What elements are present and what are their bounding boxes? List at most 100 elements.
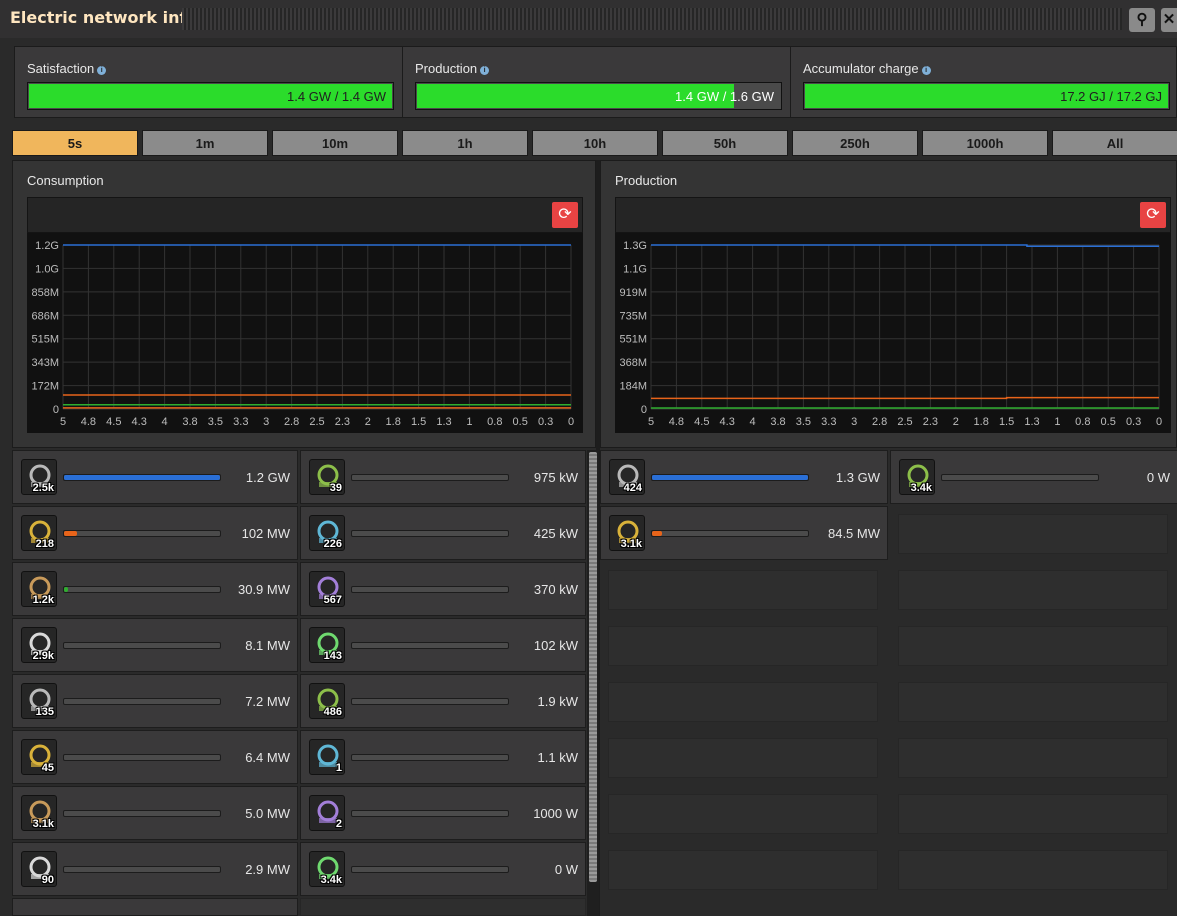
magnifier-icon[interactable]: ⚲ — [1129, 8, 1155, 32]
y-tick-label: 0 — [641, 404, 647, 416]
entity-count: 3.4k — [910, 482, 932, 494]
consumption-row[interactable]: 486 1.9 kW — [300, 674, 586, 728]
consumption-row[interactable]: 3.1k 5.0 MW — [12, 786, 298, 840]
power-bar — [351, 866, 509, 873]
x-tick-label: 2.5 — [897, 416, 912, 428]
accumulator-icon: 3.4k — [899, 459, 935, 495]
y-tick-label: 1.1G — [623, 263, 647, 275]
consumption-row[interactable]: 3.4k 0 W — [300, 842, 586, 896]
lab-icon: 218 — [21, 515, 57, 551]
tab-50h[interactable]: 50h — [662, 130, 788, 156]
entity-count: 486 — [323, 706, 342, 718]
tab-250h[interactable]: 250h — [792, 130, 918, 156]
y-tick-label: 184M — [619, 381, 647, 393]
tab-1h[interactable]: 1h — [402, 130, 528, 156]
production-label: Production — [415, 61, 478, 76]
entity-count: 226 — [323, 538, 342, 550]
y-tick-label: 686M — [31, 310, 59, 322]
empty-slot — [898, 850, 1168, 890]
power-bar — [63, 810, 221, 817]
power-bar — [63, 474, 221, 481]
x-tick-label: 3 — [263, 416, 269, 428]
consumption-scrollbar[interactable] — [587, 450, 599, 916]
entity-count: 3.1k — [620, 538, 642, 550]
x-tick-label: 3.8 — [182, 416, 197, 428]
consumption-row[interactable]: 567 370 kW — [300, 562, 586, 616]
tab-all[interactable]: All — [1052, 130, 1177, 156]
power-value: 102 MW — [241, 526, 290, 541]
window-title: Electric network info — [10, 8, 198, 27]
tab-10h[interactable]: 10h — [532, 130, 658, 156]
long-inserter-icon: 2 — [309, 795, 345, 831]
partial-row — [12, 898, 298, 916]
consumption-graph-panel: Consumption ⟳ 5 4.8 4.5 4.3 4 3.8 3.5 3.3 3 2.8 2.… — [12, 160, 596, 448]
drag-handle[interactable] — [182, 8, 1122, 30]
consumption-chart: 5 4.8 4.5 4.3 4 3.8 3.5 3.3 3 2.8 2.5 2.3 2 1.8 1.5 1.3… — [27, 233, 583, 433]
close-icon[interactable]: ✕ — [1161, 8, 1177, 32]
power-bar — [351, 586, 509, 593]
power-bar — [351, 474, 509, 481]
consumption-row[interactable]: 2 1000 W — [300, 786, 586, 840]
x-tick-label: 2.8 — [872, 416, 887, 428]
chart-background — [27, 233, 583, 433]
accumulator-panel: Accumulator charge i 17.2 GJ / 17.2 GJ — [790, 46, 1177, 118]
power-bar — [651, 474, 809, 481]
empty-slot — [608, 626, 878, 666]
y-tick-label: 551M — [619, 334, 647, 346]
tab-5s[interactable]: 5s — [12, 130, 138, 156]
info-icon[interactable]: i — [480, 66, 490, 75]
tab-1m[interactable]: 1m — [142, 130, 268, 156]
x-tick-label: 0 — [568, 416, 574, 428]
power-bar-fill — [652, 531, 663, 536]
consumption-row[interactable]: 45 6.4 MW — [12, 730, 298, 784]
production-row[interactable]: 3.4k 0 W — [890, 450, 1177, 504]
consumption-graph-header: ⟳ — [27, 197, 583, 233]
power-bar — [941, 474, 1099, 481]
reset-icon[interactable]: ⟳ — [552, 202, 578, 228]
consumption-row[interactable]: 1 1.1 kW — [300, 730, 586, 784]
title-bar[interactable]: Electric network info ⚲ ✕ — [0, 0, 1177, 38]
info-icon[interactable]: i — [97, 66, 107, 75]
series-line-1 — [651, 396, 1159, 400]
electric-mining-drill-icon: 45 — [21, 739, 57, 775]
consumption-row[interactable]: 218 102 MW — [12, 506, 298, 560]
x-tick-label: 1.3 — [1024, 416, 1039, 428]
empty-slot — [608, 794, 878, 834]
power-bar-fill — [64, 475, 220, 480]
tab-10m[interactable]: 10m — [272, 130, 398, 156]
tab-1000h[interactable]: 1000h — [922, 130, 1048, 156]
consumption-row[interactable]: 135 7.2 MW — [12, 674, 298, 728]
x-tick-label: 0.5 — [1101, 416, 1116, 428]
power-bar — [651, 530, 809, 537]
power-bar-fill — [652, 475, 808, 480]
x-tick-label: 3.3 — [821, 416, 836, 428]
entity-count: 39 — [329, 482, 342, 494]
scrollbar-thumb[interactable] — [589, 452, 597, 882]
stack-inserter-icon: 3.1k — [21, 795, 57, 831]
consumption-row[interactable]: 90 2.9 MW — [12, 842, 298, 896]
power-bar — [351, 642, 509, 649]
production-row[interactable]: 3.1k 84.5 MW — [600, 506, 888, 560]
x-tick-label: 3.5 — [208, 416, 223, 428]
consumption-row[interactable]: 2.5k 1.2 GW — [12, 450, 298, 504]
info-icon[interactable]: i — [921, 66, 931, 75]
consumption-row[interactable]: 2.9k 8.1 MW — [12, 618, 298, 672]
consumption-row[interactable]: 39 975 kW — [300, 450, 586, 504]
power-bar-fill — [64, 643, 65, 648]
reset-icon[interactable]: ⟳ — [1140, 202, 1166, 228]
production-value: 1.4 GW / 1.6 GW — [675, 89, 774, 104]
power-value: 7.2 MW — [245, 694, 290, 709]
x-tick-label: 0.8 — [487, 416, 502, 428]
power-value: 0 W — [554, 862, 578, 877]
empty-slot — [898, 626, 1168, 666]
x-tick-label: 2.5 — [309, 416, 324, 428]
production-row[interactable]: 424 1.3 GW — [600, 450, 888, 504]
power-value: 370 kW — [533, 582, 578, 597]
entity-count: 1 — [335, 762, 342, 774]
x-tick-label: 1.5 — [999, 416, 1014, 428]
x-tick-label: 2.3 — [923, 416, 938, 428]
entity-count: 2 — [335, 818, 342, 830]
consumption-row[interactable]: 143 102 kW — [300, 618, 586, 672]
consumption-row[interactable]: 1.2k 30.9 MW — [12, 562, 298, 616]
consumption-row[interactable]: 226 425 kW — [300, 506, 586, 560]
